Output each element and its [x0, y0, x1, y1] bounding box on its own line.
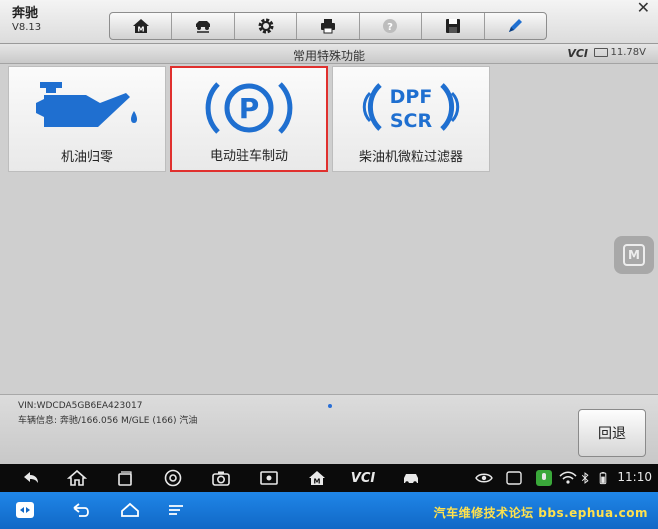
bluetooth-icon [581, 472, 589, 484]
vin-text: VIN:WDCDA5GB6EA423017 [18, 401, 143, 411]
brightness-button[interactable] [256, 468, 282, 488]
chrome-button[interactable] [160, 468, 186, 488]
svg-text:M: M [314, 478, 321, 486]
vci-nav-button[interactable]: VCI [346, 468, 380, 488]
title-strip: 常用特殊功能 VCI 11.78V [0, 44, 658, 64]
camera-icon [212, 471, 230, 486]
vehicle-swap-icon [196, 21, 211, 33]
svg-text:P: P [239, 92, 260, 125]
edit-pen-icon [509, 19, 523, 32]
dpf-scr-icon: DPF SCR [362, 83, 460, 132]
m-icon: M [623, 244, 645, 266]
printer-icon [320, 19, 335, 34]
vci-status-label: VCI [567, 47, 588, 60]
status-clock: 11:10 [617, 470, 652, 484]
app-version: V8.13 [12, 22, 42, 33]
battery-icon [593, 48, 608, 57]
oil-can-icon [36, 82, 137, 127]
tile-oil-reset[interactable]: 机油归零 [8, 66, 166, 172]
tile-label: 电动驻车制动 [209, 149, 288, 164]
page-indicator-dot [328, 404, 332, 408]
diag-home-icon: M [309, 471, 325, 486]
visibility-button[interactable] [474, 468, 494, 488]
vehicle-swap-button[interactable] [172, 13, 235, 39]
svg-text:?: ? [387, 22, 393, 33]
dpf-text: DPF [390, 86, 433, 108]
back-button[interactable]: 回退 [578, 409, 646, 457]
top-bar: 奔驰 V8.13 M ? ✕ [0, 0, 658, 44]
remote-app-logo-icon [16, 502, 34, 518]
back-arrow-icon [24, 472, 38, 483]
wifi-icon [559, 471, 577, 484]
edit-button[interactable] [485, 13, 546, 39]
mic-icon [536, 470, 552, 486]
brand-title: 奔驰 [12, 6, 39, 21]
battery-voltage: 11.78V [610, 47, 646, 58]
save-button[interactable] [422, 13, 485, 39]
screen: 奔驰 V8.13 M ? ✕ 常用特殊功能 VCI 11.78V 机油归零 P … [0, 0, 658, 529]
remote-home-button[interactable] [116, 500, 144, 520]
print-button[interactable] [297, 13, 360, 39]
home-icon [67, 469, 87, 486]
battery-status-icon [596, 468, 610, 488]
home-icon: M [132, 19, 149, 34]
vehicle-nav-button[interactable] [398, 468, 424, 488]
floating-menu-button[interactable]: M [614, 236, 654, 274]
page-title: 常用特殊功能 [292, 49, 365, 63]
menu-icon [169, 505, 183, 515]
remote-app-icon [506, 471, 522, 485]
tile-diesel-particulate-filter[interactable]: DPF SCR 柴油机微粒过滤器 [332, 66, 490, 172]
tile-label: 机油归零 [60, 150, 113, 165]
parking-brake-icon: P [205, 82, 293, 134]
remote-back-button[interactable] [68, 500, 94, 520]
phone-battery-icon [599, 472, 607, 485]
vehicle-info-text: 车辆信息: 奔驰/166.056 M/GLE (166) 汽油 [18, 416, 198, 426]
mic-status [534, 468, 554, 488]
wifi-status [558, 468, 578, 488]
remote-logo-button[interactable] [14, 500, 36, 520]
remote-control-bar: 汽车维修技术论坛 bbs.ephua.com [0, 492, 658, 529]
browser-icon [164, 469, 182, 487]
eye-icon [475, 473, 493, 483]
battery-status: 11.78V [593, 47, 646, 58]
car-icon [404, 474, 418, 485]
recent-apps-icon [118, 471, 132, 486]
help-button[interactable]: ? [360, 13, 423, 39]
save-icon [445, 19, 460, 33]
home-icon [121, 502, 139, 517]
camera-button[interactable] [208, 468, 234, 488]
settings-button[interactable] [235, 13, 298, 39]
close-icon[interactable]: ✕ [637, 0, 650, 17]
scr-text: SCR [390, 110, 433, 132]
main-toolbar: M ? [109, 12, 547, 40]
function-tiles: 机油归零 P 电动驻车制动 DPF SCR 柴油机微粒过滤器 [8, 66, 490, 172]
svg-text:M: M [137, 26, 144, 34]
diag-home-button[interactable]: M [304, 468, 330, 488]
forum-watermark: 汽车维修技术论坛 bbs.ephua.com [433, 506, 648, 520]
home-button[interactable]: M [110, 13, 173, 39]
brand-block: 奔驰 V8.13 [12, 6, 41, 35]
android-nav-bar: M VCI 11:10 [0, 464, 658, 492]
remote-status-icon [504, 468, 524, 488]
back-arrow-icon [73, 503, 89, 517]
help-icon: ? [383, 19, 398, 33]
brightness-icon [260, 471, 278, 485]
tile-electric-parking-brake[interactable]: P 电动驻车制动 [170, 66, 328, 172]
nav-recents-button[interactable] [112, 468, 138, 488]
nav-back-button[interactable] [18, 468, 44, 488]
remote-menu-button[interactable] [164, 500, 188, 520]
bluetooth-status [578, 468, 592, 488]
settings-gear-icon [258, 18, 274, 34]
nav-home-button[interactable] [64, 468, 90, 488]
tile-label: 柴油机微粒过滤器 [358, 150, 463, 165]
vehicle-info-bar: VIN:WDCDA5GB6EA423017 车辆信息: 奔驰/166.056 M… [0, 394, 658, 464]
